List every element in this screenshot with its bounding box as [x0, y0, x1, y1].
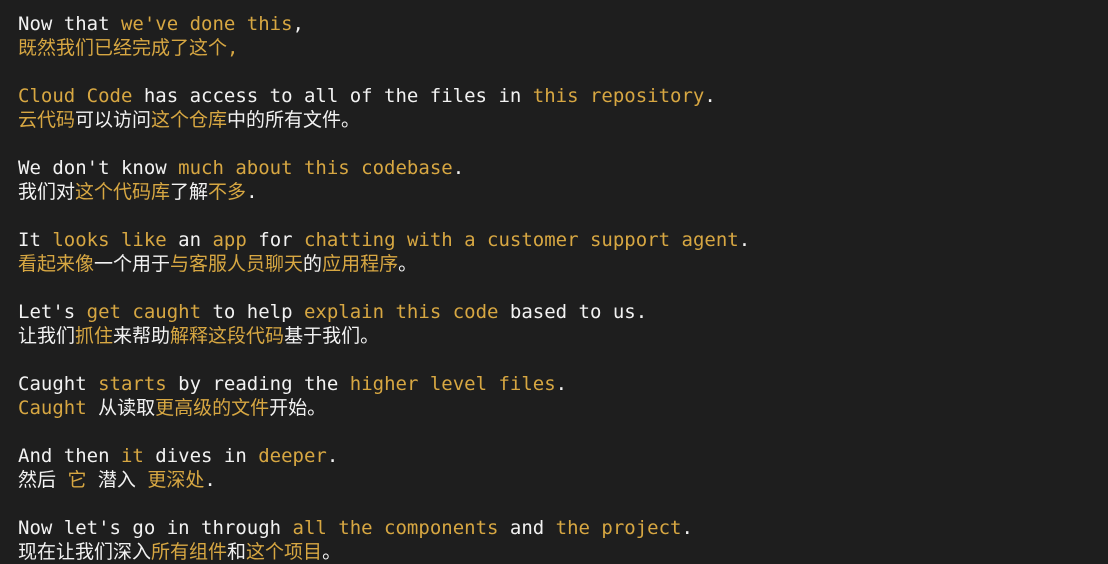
highlighted-segment: 所有组件 [151, 541, 228, 563]
highlighted-segment: 既然我们已经完成了这个, [18, 37, 239, 59]
highlighted-segment: chatting with a customer support agent [304, 229, 739, 251]
highlighted-segment: Caught [18, 397, 87, 419]
text-segment: 一个用于 [94, 253, 171, 275]
highlighted-segment: 更高级的文件 [155, 397, 270, 419]
text-segment: for [246, 229, 305, 251]
highlighted-segment: 云代码 [18, 109, 76, 131]
text-segment: , [292, 13, 304, 35]
text-segment: based to us. [498, 301, 648, 323]
text-segment: We don't know [18, 157, 179, 179]
text-segment: . [681, 517, 693, 539]
english-line: Caught starts by reading the higher leve… [18, 372, 1108, 396]
text-segment: 潜入 [86, 469, 148, 491]
highlighted-segment: explain this code [303, 301, 499, 323]
highlighted-segment: it [120, 445, 144, 467]
highlighted-segment: higher level files [349, 373, 556, 395]
highlighted-segment: looks like [52, 229, 167, 251]
highlighted-segment: this repository [532, 85, 705, 107]
text-segment: has access to all of the files in [132, 85, 533, 107]
english-line: Now that we've done this, [18, 12, 1108, 36]
highlighted-segment: 这个项目 [246, 541, 323, 563]
text-segment: 可以访问 [75, 109, 152, 131]
text-segment: 。 [322, 541, 342, 563]
text-segment: 。 [398, 253, 418, 275]
text-segment: 的 [303, 253, 323, 275]
text-segment: to help [201, 301, 304, 323]
terminal-output: Now that we've done this, 既然我们已经完成了这个, Clo… [0, 0, 1108, 564]
text-segment: by reading the [166, 373, 350, 395]
english-line: And then it dives in deeper. [18, 444, 1108, 468]
highlighted-segment: Cloud Code [18, 85, 133, 107]
highlighted-segment: the project [555, 517, 682, 539]
subtitle-block: Cloud Code has access to all of the file… [18, 84, 1108, 132]
text-segment: and [498, 517, 556, 539]
highlighted-segment: much about this codebase [178, 157, 453, 179]
highlighted-segment: 它 [67, 469, 87, 491]
text-segment: Now that [18, 13, 121, 35]
highlighted-segment: 解释这段代码 [170, 325, 285, 347]
subtitle-block: It looks like an app for chatting with a… [18, 228, 1108, 276]
subtitle-block: Let's get caught to help explain this co… [18, 300, 1108, 348]
text-segment: 了解 [170, 181, 209, 203]
subtitle-block: We don't know much about this codebase. 我… [18, 156, 1108, 204]
chinese-line: 云代码可以访问这个仓库中的所有文件。 [18, 108, 1108, 132]
highlighted-segment: 不多 [208, 181, 247, 203]
text-segment: Let's [18, 301, 87, 323]
text-segment: . [738, 229, 751, 251]
text-segment: 来帮助 [113, 325, 171, 347]
highlighted-segment: 这个代码库 [75, 181, 171, 203]
highlighted-segment: deeper [258, 445, 327, 467]
text-segment: 让我们 [18, 325, 76, 347]
text-segment: It [18, 229, 53, 251]
subtitle-block: Caught starts by reading the higher leve… [18, 372, 1108, 420]
chinese-line: 看起来像一个用于与客服人员聊天的应用程序。 [18, 252, 1108, 276]
text-segment: And then [18, 445, 121, 467]
subtitle-block: Now let's go in through all the componen… [18, 516, 1108, 564]
chinese-line: 让我们抓住来帮助解释这段代码基于我们。 [18, 324, 1108, 348]
text-segment: 开始。 [269, 397, 327, 419]
text-segment: . [204, 469, 216, 491]
text-segment: Caught [18, 373, 99, 395]
highlighted-segment: 应用程序 [322, 253, 399, 275]
highlighted-segment: 这个仓库 [151, 109, 228, 131]
text-segment: Now let's go in through [18, 517, 293, 539]
highlighted-segment: 与客服人员聊天 [170, 253, 304, 275]
highlighted-segment: we've done this [120, 13, 293, 35]
text-segment: 然后 [18, 469, 68, 491]
text-segment: 我们对 [18, 181, 76, 203]
highlighted-segment: 抓住 [75, 325, 114, 347]
highlighted-segment: get caught [86, 301, 202, 323]
text-segment: . [246, 181, 258, 203]
highlighted-segment: app [212, 229, 247, 251]
text-segment: 和 [227, 541, 247, 563]
text-segment: 从读取 [86, 397, 156, 419]
text-segment: . [326, 445, 339, 467]
text-segment: 现在让我们深入 [18, 541, 152, 563]
chinese-line: 我们对这个代码库了解不多. [18, 180, 1108, 204]
highlighted-segment: 更深处 [147, 469, 205, 491]
text-segment: dives in [143, 445, 259, 467]
text-segment: 中的所有文件。 [227, 109, 361, 131]
text-segment: . [452, 157, 465, 179]
highlighted-segment: all the components [292, 517, 499, 539]
text-segment: an [166, 229, 213, 251]
highlighted-segment: starts [98, 373, 167, 395]
chinese-line: 然后 它 潜入 更深处. [18, 468, 1108, 492]
text-segment: . [555, 373, 568, 395]
chinese-line: 现在让我们深入所有组件和这个项目。 [18, 540, 1108, 564]
english-line: It looks like an app for chatting with a… [18, 228, 1108, 252]
subtitle-block: And then it dives in deeper. 然后 它 潜入 更深处. [18, 444, 1108, 492]
text-segment: . [704, 85, 716, 107]
english-line: We don't know much about this codebase. [18, 156, 1108, 180]
chinese-line: 既然我们已经完成了这个, [18, 36, 1108, 60]
english-line: Cloud Code has access to all of the file… [18, 84, 1108, 108]
subtitle-block: Now that we've done this, 既然我们已经完成了这个, [18, 12, 1108, 60]
highlighted-segment: 看起来像 [18, 253, 95, 275]
chinese-line: Caught 从读取更高级的文件开始。 [18, 396, 1108, 420]
english-line: Let's get caught to help explain this co… [18, 300, 1108, 324]
english-line: Now let's go in through all the componen… [18, 516, 1108, 540]
text-segment: 基于我们。 [284, 325, 380, 347]
